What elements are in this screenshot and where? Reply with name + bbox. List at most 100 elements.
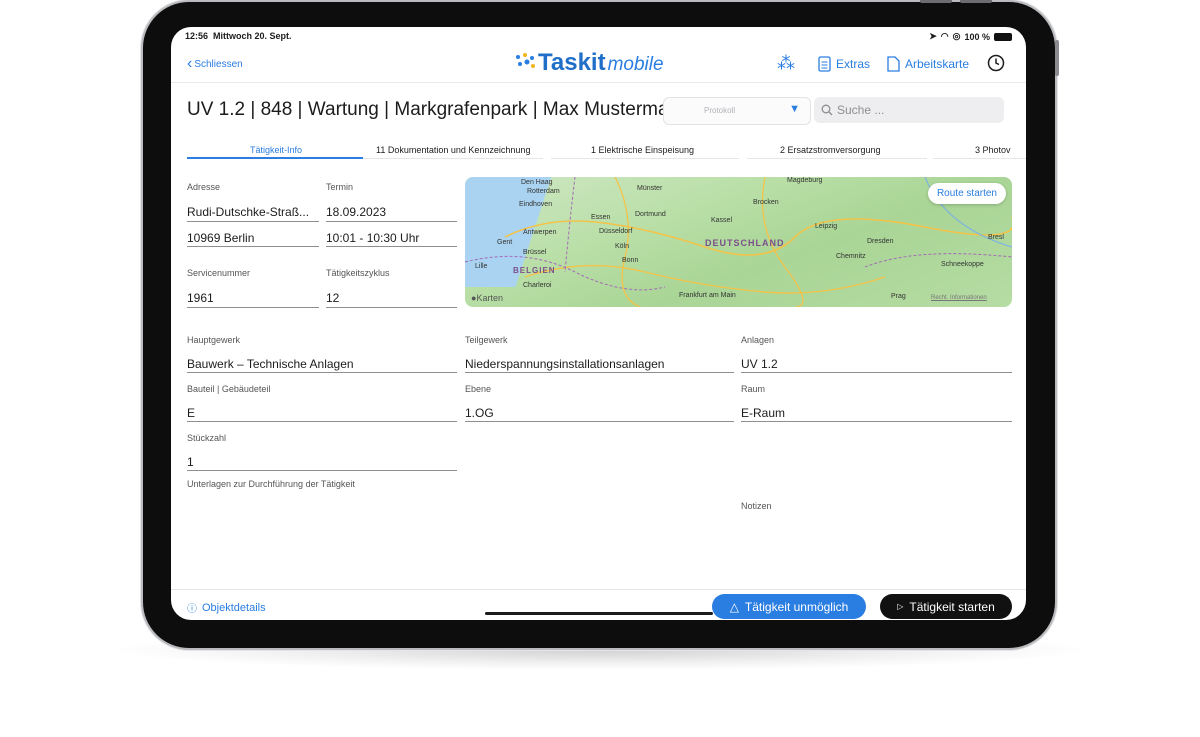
time-range-value: 10:01 - 10:30 Uhr — [326, 231, 420, 245]
battery-percent: 100 % — [964, 31, 990, 42]
city-leipzig: Leipzig — [815, 223, 838, 230]
city-den-haag: Den Haag — [521, 179, 553, 186]
chevron-left-icon: ‹ — [187, 55, 193, 72]
city-prag: Prag — [891, 293, 906, 300]
teilgewerk-value: Niederspannungsinstallationsanlagen — [465, 357, 665, 371]
app-screen: 12:56 Mittwoch 20. Sept. ➤ ◠ ◎ 100 % ‹ S… — [171, 27, 1026, 620]
objektdetails-button[interactable]: ⓘ Objektdetails — [187, 600, 266, 616]
info-icon: ⓘ — [187, 604, 197, 615]
zyklus-value: 12 — [326, 291, 340, 305]
city-bonn: Bonn — [622, 257, 639, 264]
map-attribution[interactable]: ●Karten — [471, 293, 503, 303]
protokoll-select[interactable]: Protokoll ▼ — [663, 97, 811, 125]
wifi-icon: ◠ — [940, 31, 949, 41]
city-chemnitz: Chemnitz — [836, 253, 866, 260]
city-charleroi: Charleroi — [523, 282, 552, 289]
volume-button — [920, 0, 952, 3]
page-icon — [887, 56, 900, 72]
tab-ersatzstrom[interactable]: 2 Ersatzstromversorgung — [780, 145, 881, 155]
zyklus-label: Tätigkeitszyklus — [326, 268, 390, 278]
raum-label: Raum — [741, 384, 766, 394]
lock-rotation-icon: ◎ — [952, 31, 961, 41]
field-underline — [326, 221, 457, 222]
tab-photovoltaik[interactable]: 3 Photov — [975, 145, 1011, 155]
city-muenster: Münster — [637, 185, 663, 192]
back-button[interactable]: ‹ Schliessen — [187, 55, 243, 72]
search-icon — [821, 104, 833, 116]
battery-icon — [994, 32, 1012, 41]
play-icon: ▷ — [897, 602, 904, 611]
warning-triangle-icon: △ — [729, 599, 739, 614]
stueckzahl-value: 1 — [187, 455, 194, 469]
field-underline — [741, 421, 1012, 422]
adresse-label: Adresse — [187, 182, 221, 192]
date-value: 18.09.2023 — [326, 205, 387, 219]
city-schneekoppe: Schneekoppe — [941, 261, 984, 268]
city-lille: Lille — [475, 263, 488, 270]
tab-divider — [747, 158, 927, 159]
arbeitskarte-button[interactable]: Arbeitskarte — [887, 56, 969, 72]
anlagen-value: UV 1.2 — [741, 357, 778, 371]
city-brocken: Brocken — [753, 199, 779, 206]
city-essen: Essen — [591, 214, 611, 221]
notizen-label: Notizen — [741, 501, 772, 511]
tab-dokumentation[interactable]: 11 Dokumentation und Kennzeichnung — [376, 145, 530, 155]
map-view[interactable]: Den Haag Rotterdam Münster Magdeburg Bro… — [465, 177, 1012, 307]
footer-divider — [171, 589, 1026, 590]
page-title: UV 1.2 | 848 | Wartung | Markgrafenpark … — [187, 99, 690, 120]
city-eindhoven: Eindhoven — [519, 201, 553, 208]
city-bruessel: Brüssel — [523, 249, 547, 256]
extras-button[interactable]: Extras — [818, 56, 870, 72]
servicenummer-label: Servicenummer — [187, 268, 251, 278]
city-koeln: Köln — [615, 243, 630, 250]
side-button — [1055, 40, 1059, 76]
route-starten-button[interactable]: Route starten — [927, 183, 1006, 204]
unterlagen-label: Unterlagen zur Durchführung der Tätigkei… — [187, 479, 355, 489]
field-underline — [187, 470, 457, 471]
hauptgewerk-label: Hauptgewerk — [187, 335, 241, 345]
field-underline — [465, 421, 734, 422]
field-underline — [187, 221, 319, 222]
field-underline — [465, 372, 734, 373]
home-indicator[interactable] — [485, 612, 713, 615]
bauteil-value: E — [187, 406, 196, 420]
ebene-label: Ebene — [465, 384, 492, 394]
status-indicators: ➤ ◠ ◎ 100 % — [929, 31, 1012, 42]
anlagen-label: Anlagen — [741, 335, 775, 345]
tab-einspeisung[interactable]: 1 Elektrische Einspeisung — [591, 145, 694, 155]
city-dortmund: Dortmund — [635, 211, 666, 218]
history-clock-icon[interactable] — [987, 54, 1005, 77]
active-tab-indicator — [187, 157, 363, 159]
field-underline — [326, 307, 457, 308]
field-underline — [187, 307, 319, 308]
tab-divider — [933, 158, 1026, 159]
city-magdeburg: Magdeburg — [787, 177, 823, 184]
search-input[interactable]: Suche ... — [814, 97, 1004, 123]
logo-dots-icon — [516, 53, 535, 68]
raum-value: E-Raum — [741, 406, 786, 420]
tab-divider — [363, 158, 543, 159]
stueckzahl-label: Stückzahl — [187, 433, 227, 443]
country-deutschland: DEUTSCHLAND — [705, 238, 785, 248]
taetigkeit-starten-button[interactable]: ▷ Tätigkeit starten — [880, 594, 1012, 619]
field-underline — [741, 372, 1012, 373]
field-underline — [326, 246, 457, 247]
nav-divider — [171, 82, 1026, 83]
power-button — [960, 0, 992, 3]
taetigkeit-unmoeglich-button[interactable]: △ Tätigkeit unmöglich — [712, 594, 866, 619]
city-rotterdam: Rotterdam — [527, 188, 560, 195]
tab-divider — [551, 158, 739, 159]
magic-wand-icon[interactable]: ⁂ — [777, 53, 795, 74]
caret-down-icon: ▼ — [789, 103, 800, 115]
city-dresden: Dresden — [867, 238, 894, 245]
city-breslau: Bresl — [988, 234, 1004, 241]
tab-taetigkeit-info[interactable]: Tätigkeit-Info — [250, 145, 302, 155]
hauptgewerk-value: Bauwerk – Technische Anlagen — [187, 357, 354, 371]
bauteil-label: Bauteil | Gebäudeteil — [187, 384, 271, 394]
city-frankfurt: Frankfurt am Main — [679, 292, 736, 299]
city-value: 10969 Berlin — [187, 231, 255, 245]
teilgewerk-label: Teilgewerk — [465, 335, 508, 345]
legal-link[interactable]: Recht. Informationen — [931, 295, 987, 301]
city-gent: Gent — [497, 239, 513, 246]
servicenummer-value: 1961 — [187, 291, 214, 305]
